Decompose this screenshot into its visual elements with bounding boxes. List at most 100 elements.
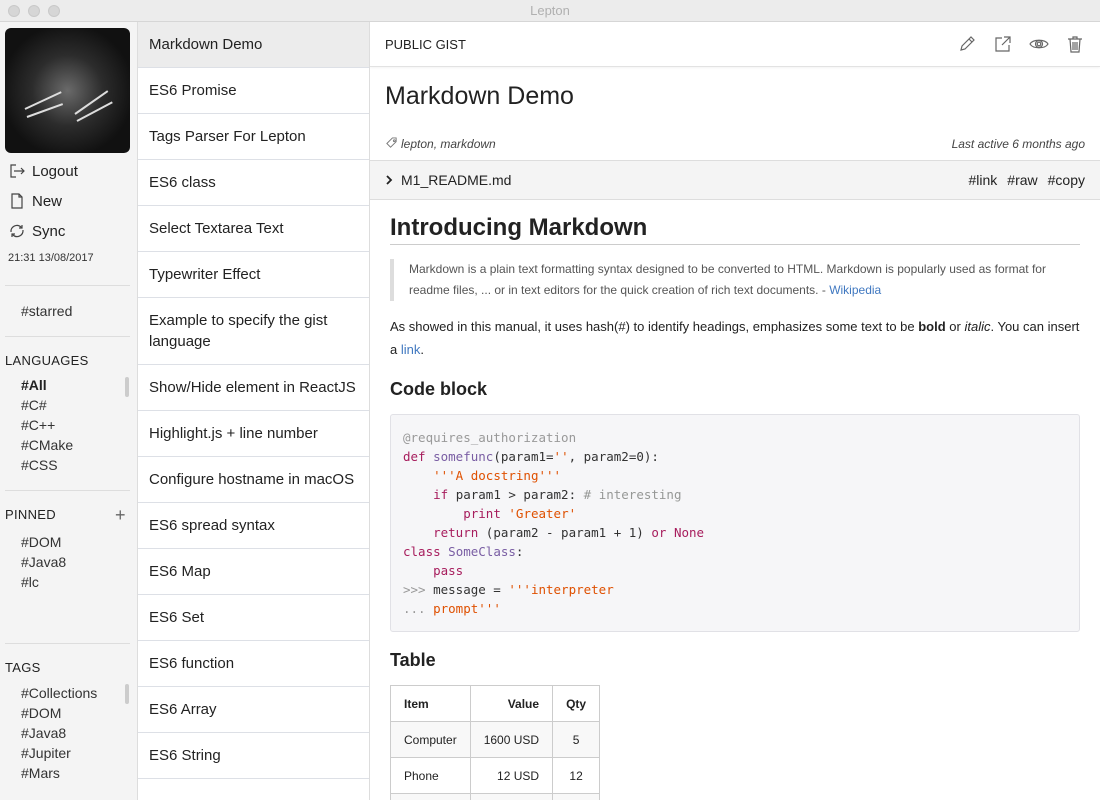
tags-text: lepton, markdown [401, 136, 496, 151]
window-controls [8, 5, 60, 17]
table-row: Computer 1600 USD 5 [390, 721, 601, 758]
gist-list-item[interactable]: ES6 Map [138, 549, 369, 595]
new-file-icon [11, 193, 23, 209]
gist-header: PUBLIC GIST [370, 22, 1100, 67]
gist-list-item[interactable]: ES6 function [138, 641, 369, 687]
starred-link[interactable]: #starred [21, 301, 72, 321]
pinned-list: #DOM #Java8 #lc [21, 532, 66, 592]
pinned-item[interactable]: #DOM [21, 532, 66, 552]
new-button[interactable]: New [8, 192, 62, 210]
italic-text: italic [964, 319, 991, 334]
gist-list-item[interactable]: Example to specify the gist language [138, 298, 369, 365]
table-cell: Computer [390, 721, 471, 758]
tags-scrollbar[interactable] [125, 684, 129, 704]
table-cell: 12 [552, 757, 601, 794]
gist-detail: PUBLIC GIST Markdown Demo lepton, markdo… [370, 22, 1100, 800]
new-label: New [32, 192, 63, 210]
table-cell: Phone [390, 757, 471, 794]
languages-scrollbar[interactable] [125, 377, 129, 397]
gist-list-item[interactable]: ES6 spread syntax [138, 503, 369, 549]
md-paragraph: As showed in this manual, it uses hash(#… [390, 315, 1080, 361]
gist-list-item[interactable]: Typewriter Effect [138, 252, 369, 298]
close-window-button[interactable] [8, 5, 20, 17]
logout-button[interactable]: Logout [8, 162, 78, 180]
logout-icon [10, 164, 25, 178]
minimize-window-button[interactable] [28, 5, 40, 17]
gist-list-item[interactable]: ES6 Array [138, 687, 369, 733]
gist-list-item[interactable]: ES6 Promise [138, 68, 369, 114]
tag-item[interactable]: #Jupiter [21, 743, 97, 763]
avatar[interactable] [5, 28, 130, 153]
markdown-content: Introducing Markdown Markdown is a plain… [370, 200, 1100, 800]
open-external-icon[interactable] [993, 34, 1013, 54]
language-item[interactable]: #C# [21, 395, 73, 415]
table-row: Phone 12 USD 12 [390, 757, 601, 794]
tag-item[interactable]: #Java8 [21, 723, 97, 743]
title-bar: Lepton [0, 0, 1100, 22]
table-cell [390, 793, 471, 800]
edit-pencil-icon[interactable] [957, 34, 977, 54]
table-cell: 5 [552, 721, 601, 758]
zoom-window-button[interactable] [48, 5, 60, 17]
file-copy-button[interactable]: #copy [1048, 172, 1085, 188]
window-title: Lepton [530, 3, 570, 18]
gist-tags: lepton, markdown [385, 137, 496, 151]
language-item[interactable]: #C++ [21, 415, 73, 435]
inline-link[interactable]: link [401, 342, 421, 357]
bold-text: bold [918, 319, 946, 334]
gist-list: Markdown Demo ES6 Promise Tags Parser Fo… [138, 22, 370, 800]
sync-icon [10, 224, 24, 238]
pinned-item[interactable]: #Java8 [21, 552, 66, 572]
sync-time: 21:31 13/08/2017 [8, 252, 94, 264]
language-item[interactable]: #CSS [21, 455, 73, 475]
md-table: Item Value Qty Computer 1600 USD 5 Phone… [390, 685, 601, 800]
gist-list-item[interactable]: ES6 String [138, 733, 369, 779]
languages-title: LANGUAGES [5, 353, 89, 368]
language-item[interactable]: #CMake [21, 435, 73, 455]
table-cell [469, 793, 554, 800]
code-block: @requires_authorization def somefunc(par… [390, 414, 1080, 632]
table-header: Item [390, 685, 471, 722]
gist-list-item[interactable]: Configure hostname in macOS [138, 457, 369, 503]
file-toggle[interactable]: M1_README.md [385, 172, 968, 188]
language-item[interactable]: #All [21, 375, 73, 395]
file-link-button[interactable]: #link [968, 172, 997, 188]
nav-panel: Logout New Sync 21:31 13/08/2017 #starre… [0, 22, 138, 800]
gist-list-item[interactable]: Tags Parser For Lepton [138, 114, 369, 160]
pinned-item[interactable]: #lc [21, 572, 66, 592]
file-name: M1_README.md [401, 172, 512, 188]
gist-list-item[interactable]: Markdown Demo [138, 22, 369, 68]
gist-list-item[interactable]: ES6 Set [138, 595, 369, 641]
gist-list-item[interactable]: Highlight.js + line number [138, 411, 369, 457]
sync-button[interactable]: Sync [8, 222, 65, 240]
tag-item[interactable]: #Mars [21, 763, 97, 783]
last-active: Last active 6 months ago [951, 136, 1085, 151]
divider [5, 643, 130, 644]
delete-trash-icon[interactable] [1065, 34, 1085, 54]
pinned-title: PINNED [5, 507, 56, 522]
text: . [420, 342, 424, 357]
tag-icon [386, 137, 397, 148]
gist-title: Markdown Demo [385, 82, 574, 110]
divider [5, 490, 130, 491]
tag-item[interactable]: #DOM [21, 703, 97, 723]
visibility-label: PUBLIC GIST [385, 36, 466, 52]
preview-eye-icon[interactable] [1029, 34, 1049, 54]
gist-list-item[interactable]: ES6 class [138, 160, 369, 206]
tags-title: TAGS [5, 660, 41, 675]
md-blockquote: Markdown is a plain text formatting synt… [390, 259, 1080, 301]
text: As showed in this manual, it uses hash(#… [390, 319, 919, 334]
file-raw-button[interactable]: #raw [1007, 172, 1037, 188]
wikipedia-link[interactable]: Wikipedia [829, 283, 881, 297]
file-bar: M1_README.md #link #raw #copy [370, 160, 1100, 200]
gist-list-item[interactable]: Show/Hide element in ReactJS [138, 365, 369, 411]
tag-item[interactable]: #Collections [21, 683, 97, 703]
gist-list-item[interactable]: Select Textarea Text [138, 206, 369, 252]
table-heading: Table [390, 650, 436, 670]
divider [5, 285, 130, 286]
table-cell: 1600 USD [469, 721, 554, 758]
md-heading: Introducing Markdown [390, 214, 1080, 245]
table-row [390, 793, 601, 800]
table-cell: 12 USD [469, 757, 554, 794]
add-pinned-button[interactable]: + [115, 506, 126, 524]
